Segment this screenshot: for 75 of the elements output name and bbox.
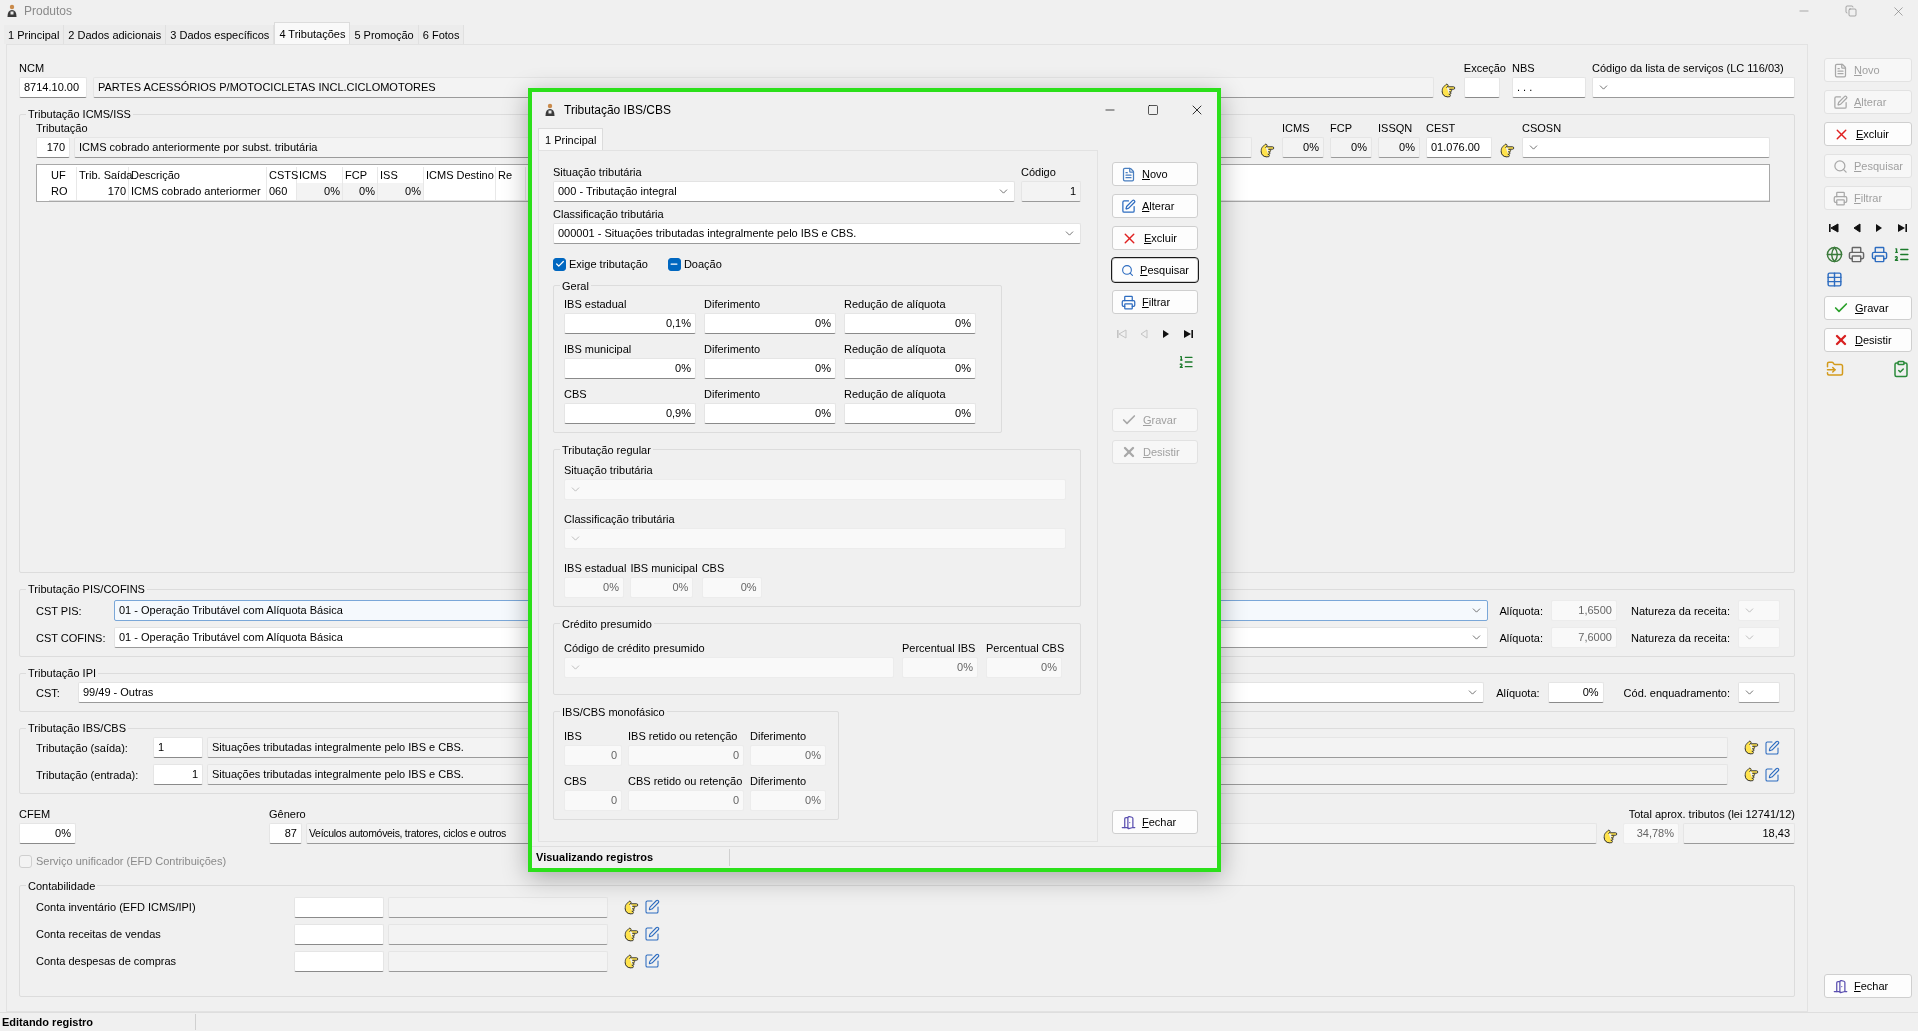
field-label: IBS retido ou retenção — [628, 728, 739, 743]
field-label: IBS estadual — [564, 296, 628, 311]
field-label: NBS — [1512, 61, 1536, 75]
table-cell: 0% — [343, 183, 378, 200]
field-label: Redução de alíquota — [844, 296, 947, 311]
field-label: Alíquota: — [1496, 685, 1540, 700]
field-label: Tributação — [36, 121, 89, 135]
field-label: ISSQN — [1378, 121, 1414, 135]
checkbox-label: Doação — [683, 257, 722, 272]
field-label: Alíquota: — [1499, 630, 1543, 645]
field-label: Percentual IBS — [902, 640, 977, 655]
table-cell: 0% — [297, 183, 343, 200]
field-label: Diferimento — [750, 773, 808, 788]
field-label: CBS — [701, 560, 726, 575]
field-label: Alíquota: — [1499, 603, 1543, 618]
field-label: Situação tributária — [553, 165, 643, 179]
field-label: Conta inventário (EFD ICMS/IPI) — [36, 900, 197, 914]
group-title: Tributação IBS/CBS — [27, 721, 128, 735]
group-title: Tributação regular — [561, 442, 652, 457]
field-label: Diferimento — [704, 386, 762, 401]
checkbox-label: Exige tributação — [569, 257, 648, 272]
table-cell: RO — [49, 183, 77, 200]
field-label: Tributação (saída): — [36, 740, 129, 755]
checkbox-label: Serviço unificador (EFD Contribuições) — [36, 854, 227, 869]
field-label: CST: — [36, 685, 61, 700]
dialog-title: Tributação IBS/CBS — [564, 102, 671, 119]
field-label: Código da lista de serviços (LC 116/03) — [1592, 61, 1785, 75]
field-label: CBS — [564, 773, 588, 788]
field-label: CBS — [564, 386, 588, 401]
field-label: IBS estadual — [564, 560, 627, 575]
group-title: Tributação PIS/COFINS — [27, 582, 146, 596]
table-cell: 170 — [77, 183, 129, 200]
field-label: Percentual CBS — [986, 640, 1065, 655]
field-label: IBS municipal — [630, 560, 698, 575]
field-label: Natureza da receita: — [1630, 603, 1730, 618]
field-label: Código de crédito presumido — [564, 640, 706, 655]
table-cell: 0% — [378, 183, 424, 200]
group-title: Geral — [561, 278, 590, 293]
field-label: Conta receitas de vendas — [36, 927, 162, 941]
table-cell: ICMS cobrado anteriormer — [129, 183, 267, 200]
field-label: Situação tributária — [564, 462, 654, 477]
field-label: Cód. enquadramento: — [1623, 685, 1730, 700]
field-label: Redução de alíquota — [844, 341, 947, 356]
field-label: CSOSN — [1522, 121, 1563, 135]
status-text: Editando registro — [0, 1013, 196, 1031]
field-label: Código — [1021, 165, 1057, 179]
field-label: CST PIS: — [36, 603, 83, 618]
group-title: Crédito presumido — [561, 616, 653, 631]
field-label: CST COFINS: — [36, 630, 106, 645]
field-label: Conta despesas de compras — [36, 954, 178, 968]
field-label: Diferimento — [704, 341, 762, 356]
group-title: Tributação IPI — [27, 666, 98, 680]
field-label: Classificação tributária — [553, 207, 665, 221]
field-label: Diferimento — [750, 728, 808, 743]
field-label: Classificação tributária — [564, 511, 676, 526]
status-text: Visualizando registros — [532, 849, 730, 866]
field-label: Tributação (entrada): — [36, 767, 140, 782]
group-title: Tributação ICMS/ISS — [27, 107, 132, 121]
window-title: Produtos — [24, 3, 73, 20]
field-label: Gênero — [269, 807, 307, 821]
field-label: CFEM — [19, 807, 52, 821]
field-label: Exceção — [1463, 61, 1506, 75]
field-label: Total aprox. tributos (lei 12741/12) — [1628, 807, 1795, 821]
field-label: IBS municipal — [564, 341, 633, 356]
group-title: IBS/CBS monofásico — [561, 704, 666, 719]
field-label: Redução de alíquota — [844, 386, 947, 401]
field-label: FCP — [1330, 121, 1353, 135]
field-label: ICMS — [1282, 121, 1311, 135]
field-label: CEST — [1426, 121, 1457, 135]
field-label: IBS — [564, 728, 583, 743]
field-label: NCM — [19, 61, 46, 75]
group-title: Contabilidade — [27, 878, 97, 893]
field-label: CBS retido ou retenção — [628, 773, 744, 788]
field-label: Diferimento — [704, 296, 762, 311]
field-label: Natureza da receita: — [1630, 630, 1730, 645]
